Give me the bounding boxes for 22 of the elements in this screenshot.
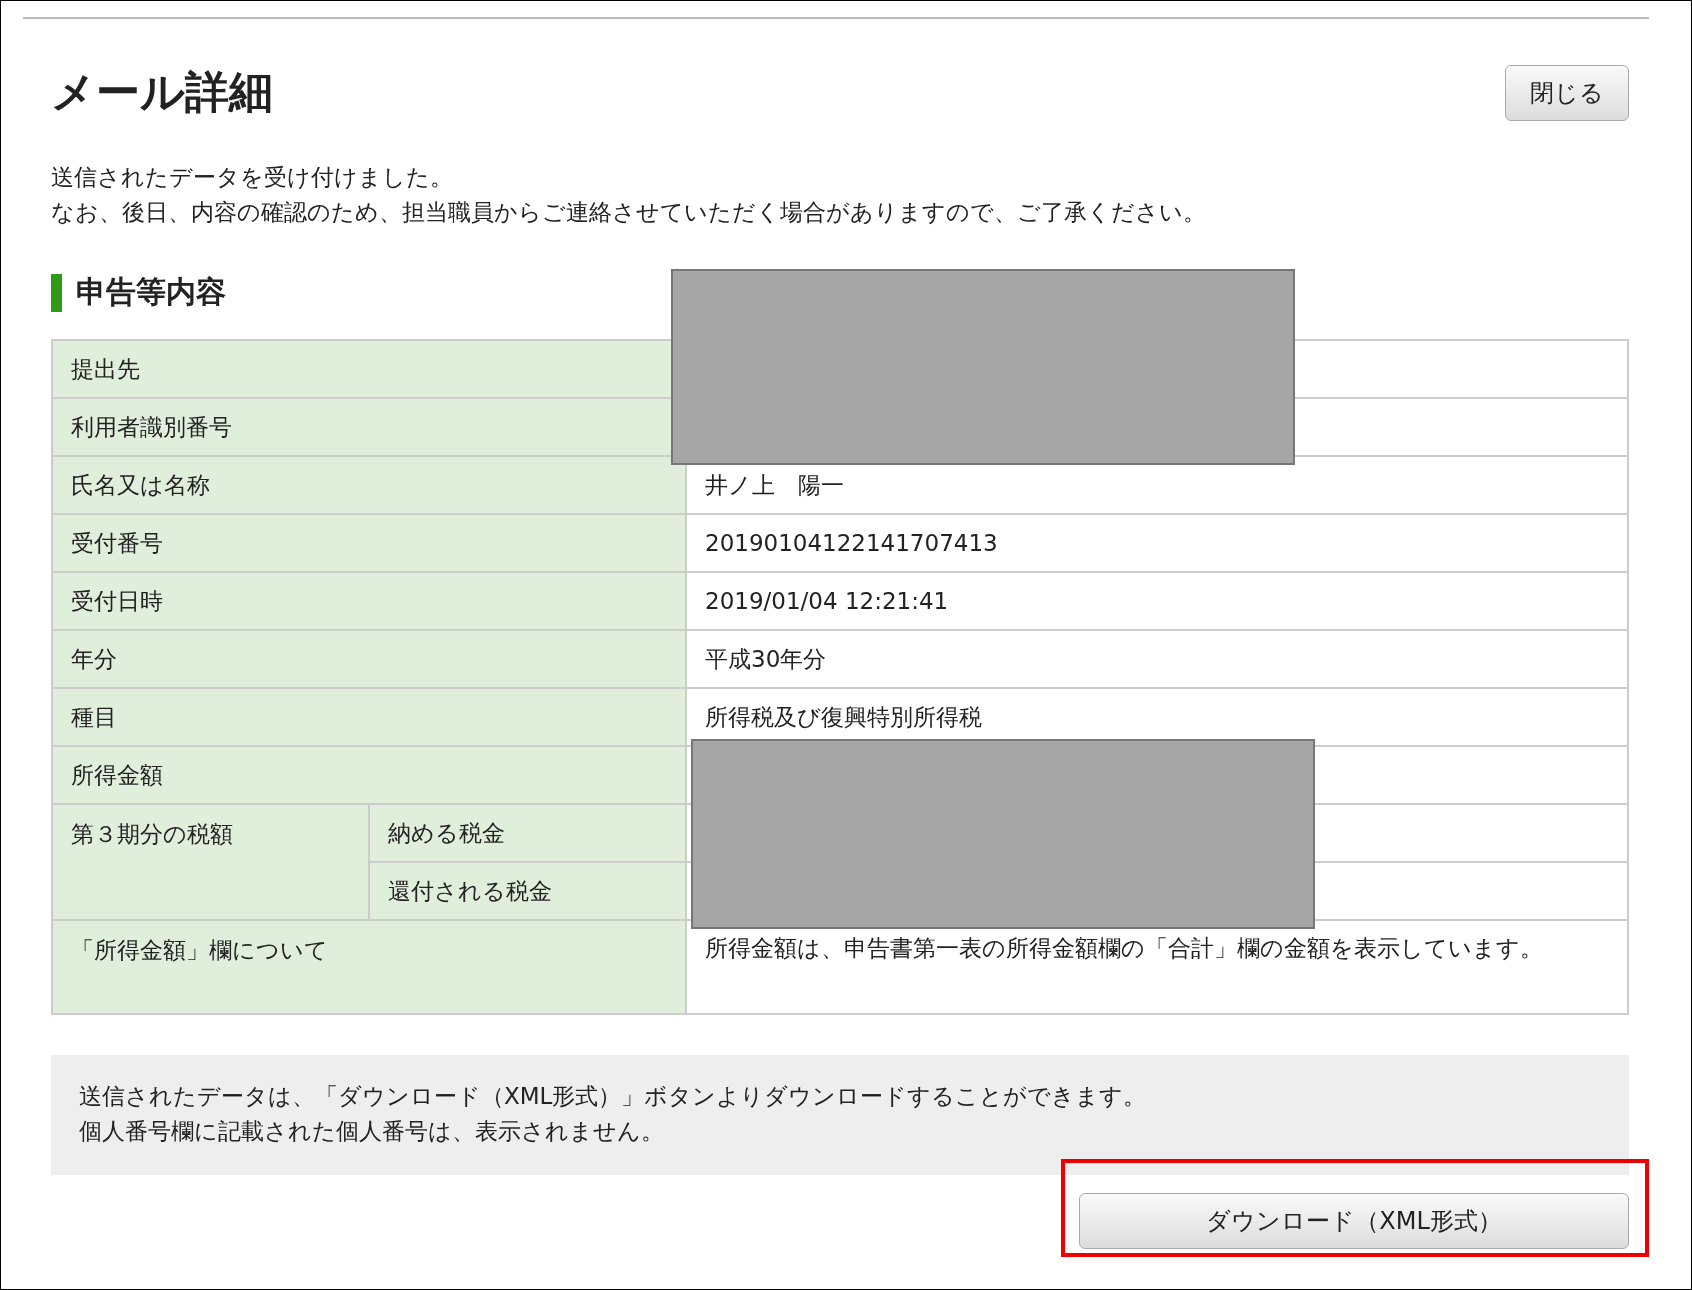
- notice-text: 送信されたデータは、「ダウンロード（XML形式）」ボタンよりダウンロードすることができます。: [79, 1082, 1148, 1111]
- row-label: 納める税金: [369, 804, 686, 862]
- row-label: 氏名又は名称: [52, 456, 686, 514]
- row-value: 20190104122141707413: [686, 514, 1628, 572]
- row-label: 第３期分の税額: [52, 804, 369, 920]
- row-label: 種目: [52, 688, 686, 746]
- row-label: 年分: [52, 630, 686, 688]
- download-button[interactable]: ダウンロード（XML形式）: [1079, 1193, 1629, 1249]
- page-title: メール詳細: [51, 65, 273, 119]
- notice-text: 個人番号欄に記載された個人番号は、表示されません。: [79, 1117, 665, 1146]
- row-label: 受付番号: [52, 514, 686, 572]
- section-marker: [51, 273, 62, 312]
- section-title: 申告等内容: [76, 273, 226, 311]
- close-button[interactable]: 閉じる: [1505, 64, 1629, 121]
- message-text: なお、後日、内容の確認のため、担当職員からご連絡させていただく場合がありますので、ご了承ください。: [51, 198, 1207, 227]
- row-label: 受付日時: [52, 572, 686, 630]
- row-label: 所得金額: [52, 746, 686, 804]
- row-value: 平成30年分: [686, 630, 1628, 688]
- row-value: 2019/01/04 12:21:41: [686, 572, 1628, 630]
- row-label: 還付される税金: [369, 862, 686, 920]
- message-text: 送信されたデータを受け付けました。: [51, 163, 454, 192]
- row-label: 「所得金額」欄について: [52, 920, 686, 1014]
